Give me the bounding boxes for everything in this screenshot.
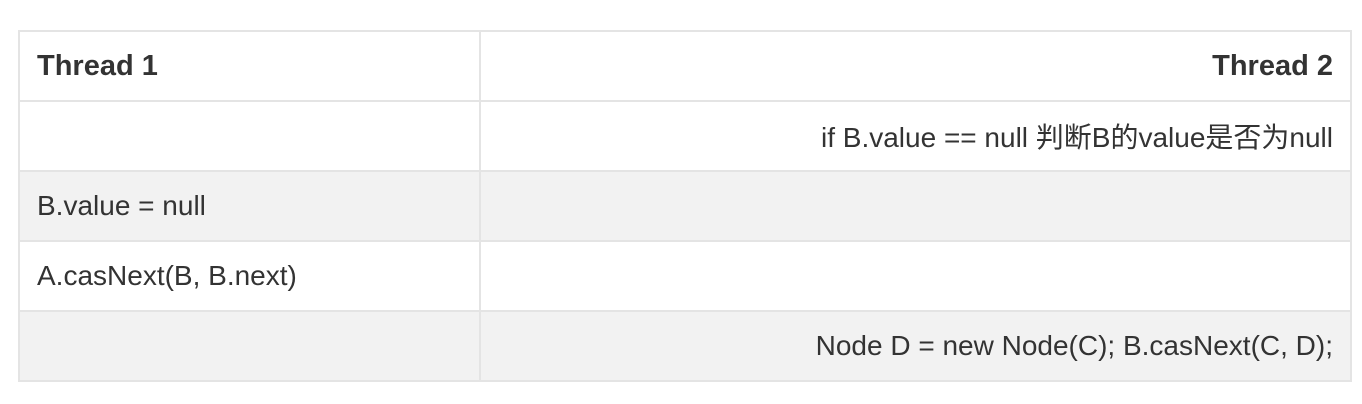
table-header: Thread 1 Thread 2 <box>18 30 1352 102</box>
table-row: if B.value == null 判断B的value是否为null <box>18 100 1352 172</box>
header-thread-2: Thread 2 <box>479 30 1352 102</box>
table-body: if B.value == null 判断B的value是否为null B.va… <box>18 100 1352 382</box>
header-thread-1: Thread 1 <box>18 30 481 102</box>
table-row: A.casNext(B, B.next) <box>18 240 1352 312</box>
thread-interleaving-table: Thread 1 Thread 2 if B.value == null 判断B… <box>18 30 1352 382</box>
cell-thread-1: B.value = null <box>18 170 481 242</box>
cell-thread-1: A.casNext(B, B.next) <box>18 240 481 312</box>
cell-thread-1 <box>18 100 481 172</box>
thread-table-container: Thread 1 Thread 2 if B.value == null 判断B… <box>18 30 1352 382</box>
cell-thread-2 <box>479 170 1352 242</box>
table-row: Node D = new Node(C); B.casNext(C, D); <box>18 310 1352 382</box>
cell-thread-1 <box>18 310 481 382</box>
table-row: B.value = null <box>18 170 1352 242</box>
cell-thread-2: Node D = new Node(C); B.casNext(C, D); <box>479 310 1352 382</box>
cell-thread-2: if B.value == null 判断B的value是否为null <box>479 100 1352 172</box>
cell-thread-2 <box>479 240 1352 312</box>
header-row: Thread 1 Thread 2 <box>18 30 1352 102</box>
